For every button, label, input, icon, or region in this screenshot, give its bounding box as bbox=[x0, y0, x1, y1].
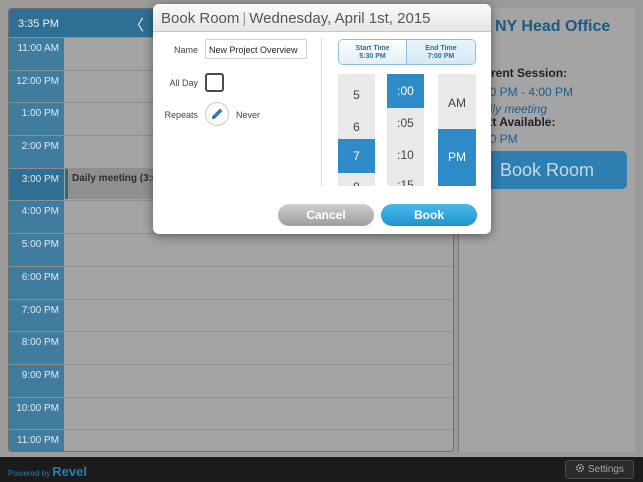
dialog-title: Book Room bbox=[161, 10, 240, 27]
minute-option[interactable]: :15 bbox=[387, 178, 424, 186]
hour-option[interactable]: 6 bbox=[338, 120, 375, 134]
allday-checkbox[interactable] bbox=[205, 73, 224, 92]
hour-row[interactable]: 8:00 PM bbox=[9, 331, 453, 364]
hour-option-selected[interactable]: 7 bbox=[338, 139, 375, 173]
book-button[interactable]: Book bbox=[381, 204, 477, 226]
hour-label: 11:00 PM bbox=[9, 430, 64, 451]
time-segment-control[interactable]: Start Time 5:30 PM End Time 7:00 PM bbox=[338, 39, 476, 65]
cancel-button[interactable]: Cancel bbox=[278, 204, 374, 226]
start-time-value: 5:30 PM bbox=[359, 53, 386, 60]
previous-day-icon[interactable]: 〈 bbox=[129, 14, 144, 35]
hour-label: 5:00 PM bbox=[9, 234, 64, 266]
hour-label: 1:00 PM bbox=[9, 103, 64, 136]
repeats-label: Repeats bbox=[164, 110, 198, 120]
hour-row[interactable]: 11:00 PM bbox=[9, 429, 453, 451]
minute-picker[interactable]: :00 :05 :10 :15 bbox=[387, 74, 424, 186]
divider bbox=[321, 38, 322, 186]
settings-button[interactable]: Settings bbox=[564, 460, 634, 479]
current-session-label: urrent Session: bbox=[479, 66, 568, 80]
hour-label: 6:00 PM bbox=[9, 266, 64, 299]
hour-label: 2:00 PM bbox=[9, 136, 64, 168]
ampm-option[interactable]: AM bbox=[438, 96, 476, 110]
settings-label: Settings bbox=[587, 464, 624, 475]
end-time-label: End Time bbox=[425, 45, 457, 52]
hour-label: 9:00 PM bbox=[9, 364, 64, 397]
start-time-tab[interactable]: Start Time 5:30 PM bbox=[339, 40, 407, 64]
minute-option[interactable]: :05 bbox=[387, 116, 424, 130]
name-label: Name bbox=[173, 45, 198, 55]
book-room-button[interactable]: Book Room bbox=[467, 151, 627, 189]
hour-row[interactable]: 5:00 PM bbox=[9, 233, 453, 266]
footer-bar: Powered by Revel Settings bbox=[0, 457, 643, 482]
allday-label: All Day bbox=[169, 78, 198, 88]
current-session-time: 00 PM - 4:00 PM bbox=[483, 85, 574, 99]
powered-by-label: Powered by bbox=[8, 469, 51, 478]
book-room-dialog: Book Room | Wednesday, April 1st, 2015 Nam… bbox=[153, 4, 491, 234]
hour-row[interactable]: 6:00 PM bbox=[9, 265, 453, 299]
hour-label: 8:00 PM bbox=[9, 332, 64, 364]
dialog-date: Wednesday, April 1st, 2015 bbox=[249, 10, 431, 27]
repeats-value: Never bbox=[236, 110, 261, 120]
brand-logo: Revel bbox=[52, 464, 87, 479]
hour-option[interactable]: 5 bbox=[338, 88, 375, 102]
hour-picker[interactable]: 5 6 7 8 bbox=[338, 74, 375, 186]
name-field[interactable]: New Project Overview bbox=[205, 39, 307, 59]
hour-label: 10:00 PM bbox=[9, 397, 64, 430]
hour-label: 12:00 PM bbox=[9, 70, 64, 103]
current-session-name: aily meeting bbox=[483, 102, 548, 116]
end-time-value: 7:00 PM bbox=[427, 53, 455, 60]
minute-option-selected[interactable]: :00 bbox=[387, 74, 424, 108]
office-title: NY Head Office bbox=[495, 18, 611, 35]
hour-row[interactable]: 7:00 PM bbox=[9, 298, 453, 332]
ampm-picker[interactable]: AM PM bbox=[438, 74, 476, 186]
end-time-tab[interactable]: End Time 7:00 PM bbox=[407, 40, 475, 64]
hour-option[interactable]: 8 bbox=[338, 180, 375, 186]
hour-label: 7:00 PM bbox=[9, 299, 64, 332]
hour-row[interactable]: 10:00 PM bbox=[9, 396, 453, 430]
current-time-label: 3:35 PM bbox=[18, 18, 59, 30]
dialog-header: Book Room | Wednesday, April 1st, 2015 bbox=[153, 4, 491, 32]
powered-by: Powered by Revel bbox=[8, 464, 87, 479]
start-time-label: Start Time bbox=[355, 45, 390, 52]
hour-row[interactable]: 9:00 PM bbox=[9, 363, 453, 397]
minute-option[interactable]: :10 bbox=[387, 148, 424, 162]
hour-label: 4:00 PM bbox=[9, 201, 64, 234]
pencil-icon bbox=[212, 108, 223, 119]
gear-icon bbox=[575, 463, 584, 473]
hour-label: 11:00 AM bbox=[9, 38, 64, 70]
title-separator: | bbox=[242, 10, 247, 27]
ampm-option-selected[interactable]: PM bbox=[438, 129, 476, 186]
hour-label: 3:00 PM bbox=[9, 168, 64, 201]
repeats-edit-button[interactable] bbox=[205, 102, 229, 126]
